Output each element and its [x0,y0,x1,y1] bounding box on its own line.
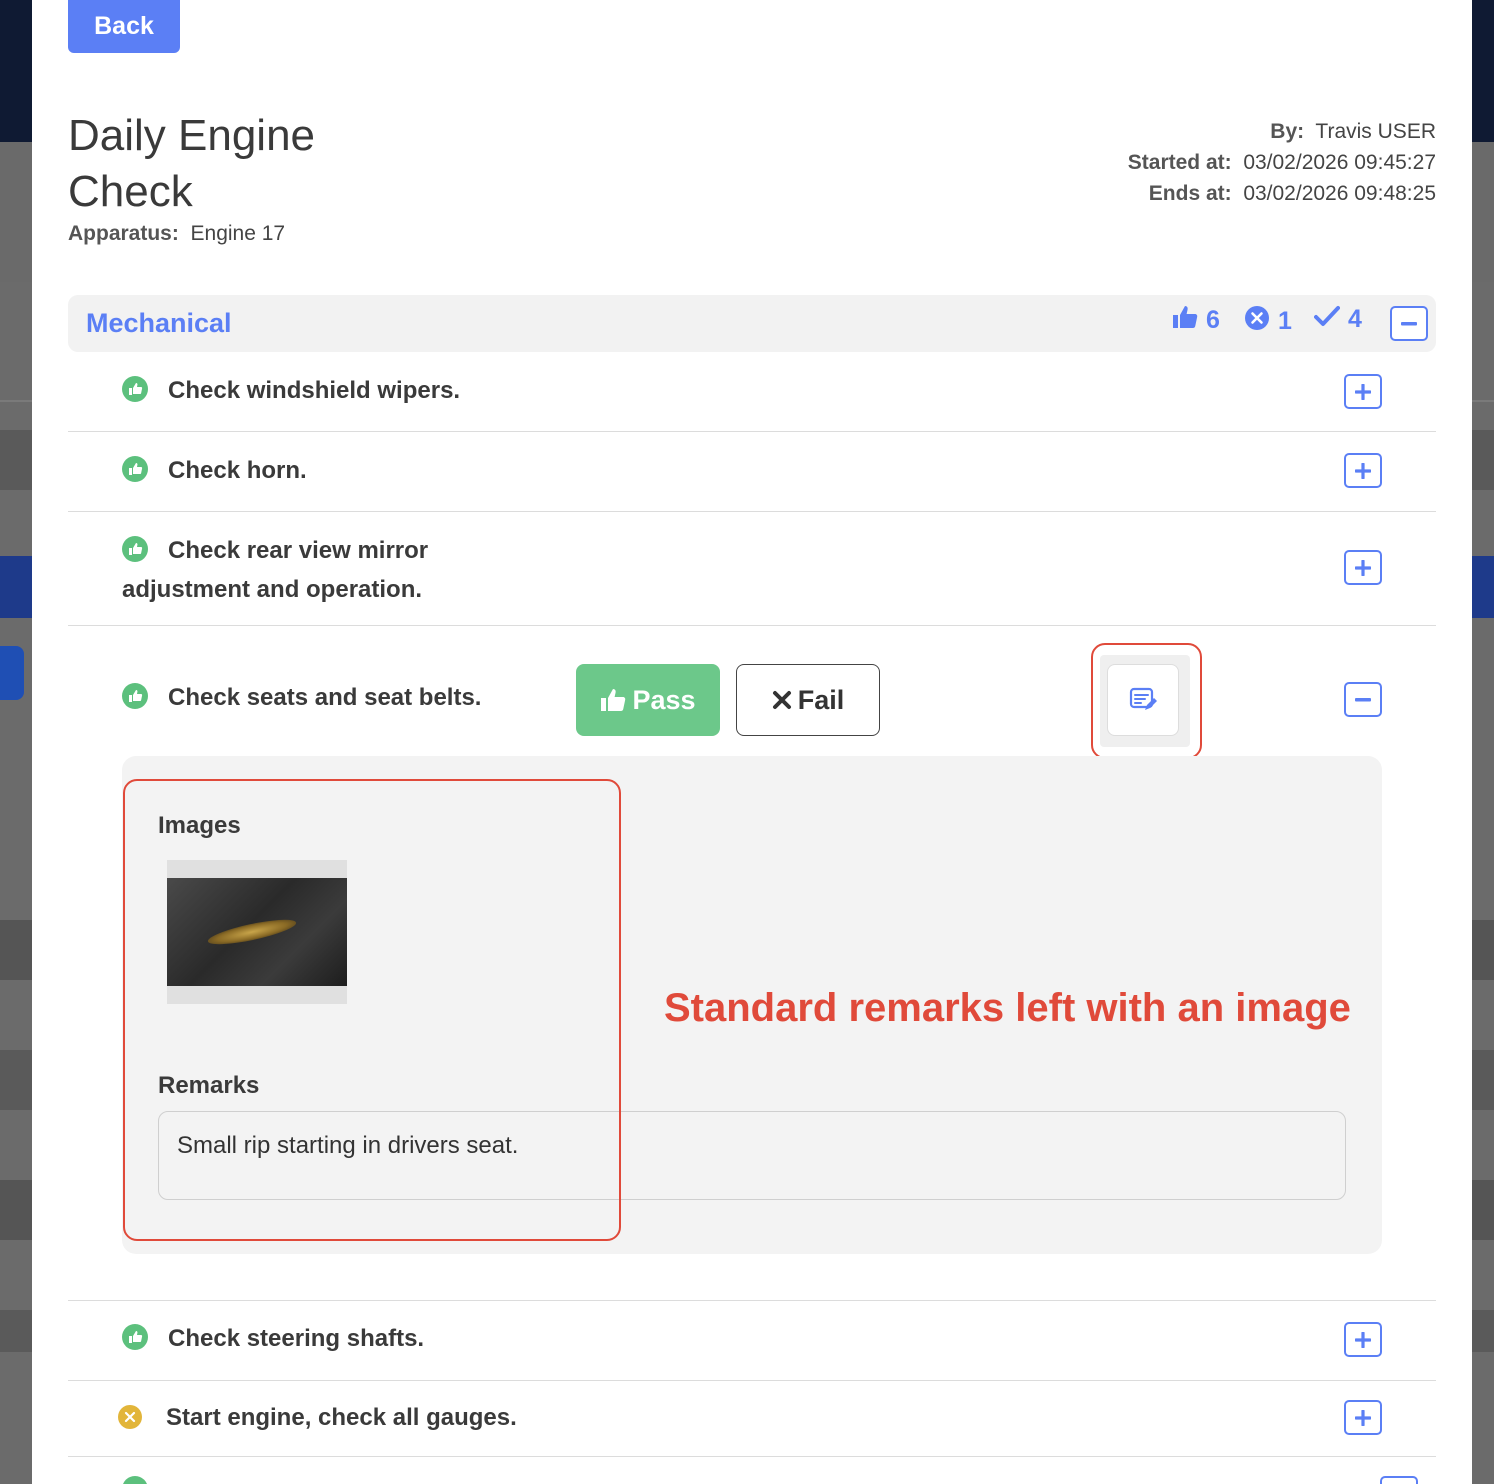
plus-icon [1355,1331,1371,1348]
ends-value: 03/02/2026 09:48:25 [1243,182,1436,205]
item-text: Check steering shafts. [168,1325,425,1352]
pass-button-label: Pass [632,684,696,715]
background-blue-bar [0,556,32,618]
item-text: Check rear view mirror adjustment and op… [122,537,429,603]
ends-label: Ends at: [1148,182,1232,205]
ends-line: Ends at: 03/02/2026 09:48:25 [1128,178,1436,209]
next-item-expand-button[interactable] [1380,1476,1418,1484]
checklist-item-label: Check windshield wipers. [122,371,460,410]
x-circle-icon [1244,305,1270,338]
pass-count: 6 [1206,306,1220,334]
background-blue-bar-right [1472,556,1494,618]
thumbs-up-icon [601,689,626,711]
complete-count-stat: 4 [1314,305,1362,334]
checklist-item-label: Start engine, check all gauges. [118,1398,517,1437]
fail-button[interactable]: Fail [736,664,880,736]
fail-button-label: Fail [797,684,845,715]
checklist-item: Check steering shafts. [68,1301,1436,1381]
checklist-item: Check rear view mirror adjustment and op… [68,512,1436,626]
background-blue-button [0,646,24,700]
started-label: Started at: [1127,151,1232,174]
expand-item-button[interactable] [1344,1322,1382,1357]
fail-count-stat: 1 [1244,305,1292,338]
pass-status-icon [122,456,148,482]
item-text: Check windshield wipers. [168,377,461,404]
pass-count-stat: 6 [1172,305,1220,336]
annotation-highlight-remarks-button [1091,643,1202,759]
expand-item-button[interactable] [1344,374,1382,409]
pass-button[interactable]: Pass [576,664,720,736]
minus-icon [1355,697,1371,701]
check-meta: By: Travis USER Started at: 03/02/2026 0… [1128,116,1436,209]
minus-icon [1401,321,1417,325]
next-item-status-icon [122,1476,148,1484]
checkmark-icon [1314,305,1340,334]
checklist-item: Check windshield wipers. [68,352,1436,432]
fail-count: 1 [1278,307,1292,335]
thumbs-up-icon [1172,305,1198,336]
checklist-item-label: Check steering shafts. [122,1319,424,1358]
checklist-item: Check horn. [68,432,1436,512]
started-value: 03/02/2026 09:45:27 [1243,151,1436,174]
plus-icon [1355,383,1371,400]
expand-item-button[interactable] [1344,453,1382,488]
collapse-item-button[interactable] [1344,682,1382,717]
section-header-mechanical[interactable]: Mechanical 6 1 4 [68,295,1436,352]
item-text: Start engine, check all gauges. [166,1404,517,1431]
started-line: Started at: 03/02/2026 09:45:27 [1128,147,1436,178]
by-line: By: Travis USER [1128,116,1436,147]
apparatus-info: Apparatus: Engine 17 [68,222,285,246]
expand-item-button[interactable] [1344,1400,1382,1435]
pass-status-icon [122,683,148,709]
annotation-highlight-box [123,779,621,1241]
plus-icon [1355,559,1371,576]
pass-status-icon [122,536,148,562]
x-icon [772,691,791,709]
collapse-section-button[interactable] [1390,306,1428,341]
section-title: Mechanical [86,308,232,338]
checklist-item-label: Check seats and seat belts. [122,678,481,717]
checklist-item: Start engine, check all gauges. [68,1381,1436,1457]
pass-status-icon [122,1324,148,1350]
item-text: Check seats and seat belts. [168,684,482,711]
checklist-modal: Back Daily Engine Check Apparatus: Engin… [32,0,1472,1484]
fail-status-icon [118,1405,142,1429]
pass-status-icon [122,376,148,402]
expand-item-button[interactable] [1344,550,1382,585]
apparatus-label: Apparatus: [68,222,179,245]
checklist-item-label: Check horn. [122,451,307,490]
plus-icon [1355,462,1371,479]
by-value: Travis USER [1315,120,1436,143]
complete-count: 4 [1348,305,1362,333]
annotation-caption: Standard remarks left with an image [664,986,1351,1030]
back-button[interactable]: Back [68,0,180,53]
checklist-item-label: Check rear view mirror adjustment and op… [122,531,502,609]
plus-icon [1355,1409,1371,1426]
item-text: Check horn. [168,457,307,484]
apparatus-value: Engine 17 [190,222,286,245]
page-title: Daily Engine Check [68,111,316,216]
by-label: By: [1270,120,1305,143]
